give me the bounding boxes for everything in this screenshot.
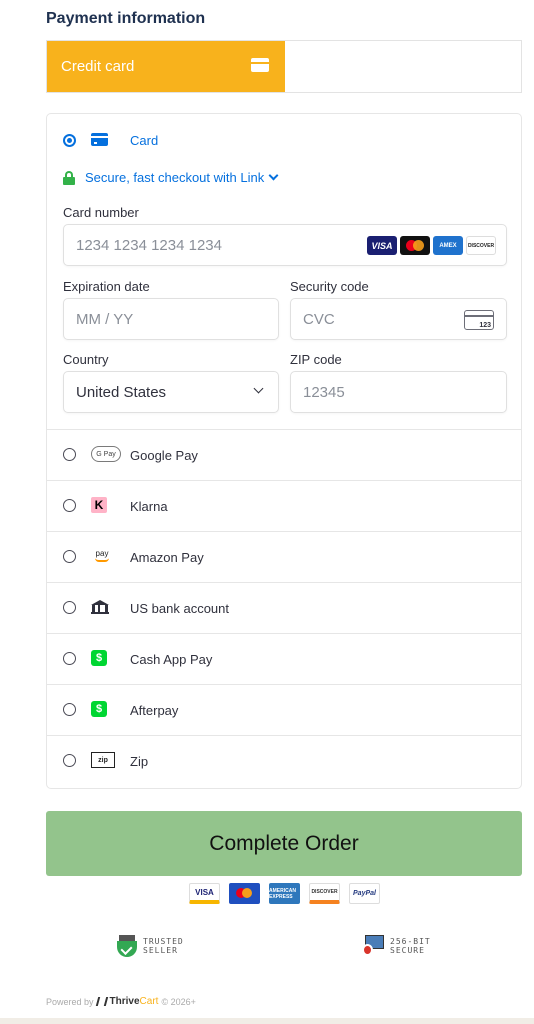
visa-logo: VISA: [367, 236, 397, 255]
amazon-pay-radio[interactable]: [63, 550, 76, 563]
payment-tabs: Credit card: [46, 40, 522, 93]
google-pay-label: Google Pay: [130, 448, 198, 463]
expiration-placeholder: MM / YY: [76, 310, 134, 328]
visa-logo: VISA: [189, 883, 220, 904]
cash-app-radio[interactable]: [63, 652, 76, 665]
card-method-label[interactable]: Card: [130, 133, 158, 148]
country-select[interactable]: United States: [63, 371, 279, 413]
secure-line1: 256-BIT: [390, 937, 431, 946]
complete-order-button[interactable]: Complete Order: [46, 811, 522, 876]
security-code-input[interactable]: CVC 123: [290, 298, 507, 340]
card-brand-logos: VISA AMEX DISCOVER: [367, 236, 496, 255]
klarna-radio[interactable]: [63, 499, 76, 512]
zip-icon: zip: [91, 752, 115, 768]
chevron-down-icon: [253, 383, 264, 394]
chevron-down-icon: [268, 170, 279, 181]
copyright-text: © 2026+: [161, 996, 196, 1007]
expiration-label: Expiration date: [63, 279, 150, 294]
trusted-line1: TRUSTED: [143, 937, 184, 946]
method-amazon-pay[interactable]: pay Amazon Pay: [47, 531, 521, 582]
method-google-pay[interactable]: G Pay Google Pay: [47, 429, 521, 480]
expiration-input[interactable]: MM / YY: [63, 298, 279, 340]
tab-credit-card[interactable]: Credit card: [47, 41, 285, 92]
shield-check-icon: [117, 935, 137, 957]
method-us-bank[interactable]: US bank account: [47, 582, 521, 633]
zip-placeholder: 12345: [303, 383, 345, 401]
afterpay-label: Afterpay: [130, 703, 179, 718]
security-code-placeholder: CVC: [303, 310, 335, 328]
zip-label: ZIP code: [290, 352, 342, 367]
bottom-strip: [0, 1018, 534, 1024]
trusted-seller-badge: TRUSTED SELLER: [117, 935, 184, 957]
bank-icon: [91, 599, 109, 615]
us-bank-label: US bank account: [130, 601, 230, 616]
amex-logo: AMEX: [433, 236, 463, 255]
cvc-card-icon: 123: [464, 310, 494, 330]
powered-by-footer: Powered by ThriveCart © 2026+: [46, 996, 196, 1007]
method-zip[interactable]: zip Zip: [47, 735, 521, 786]
trusted-line2: SELLER: [143, 946, 178, 955]
afterpay-radio[interactable]: [63, 703, 76, 716]
amazon-pay-label: Amazon Pay: [130, 550, 204, 565]
zip-input[interactable]: 12345: [290, 371, 507, 413]
card-icon: [251, 58, 269, 72]
google-pay-icon: G Pay: [91, 446, 121, 462]
amex-logo: AMERICAN EXPRESS: [269, 883, 300, 904]
klarna-label: Klarna: [130, 499, 168, 514]
payment-methods-panel: Card Secure, fast checkout with Link Car…: [46, 113, 522, 789]
link-checkout-toggle[interactable]: Secure, fast checkout with Link: [63, 170, 279, 185]
mastercard-logo: [400, 236, 430, 255]
afterpay-icon: $: [91, 701, 107, 717]
lock-icon: [63, 170, 75, 185]
zip-method-label: Zip: [130, 754, 149, 769]
cash-app-icon: $: [91, 650, 107, 666]
link-checkout-text: Secure, fast checkout with Link: [85, 170, 265, 185]
thrivecart-brand[interactable]: ThriveCart: [110, 996, 159, 1007]
country-value: United States: [76, 383, 167, 401]
card-number-placeholder: 1234 1234 1234 1234: [76, 236, 222, 254]
card-number-label: Card number: [63, 205, 139, 220]
secure-line2: SECURE: [390, 946, 425, 955]
card-number-input[interactable]: 1234 1234 1234 1234 VISA AMEX DISCOVER: [63, 224, 507, 266]
zip-radio[interactable]: [63, 754, 76, 767]
klarna-icon: K: [91, 497, 107, 513]
amazon-pay-icon: pay: [91, 548, 113, 564]
method-cash-app[interactable]: $ Cash App Pay: [47, 633, 521, 684]
paypal-logo: PayPal: [349, 883, 380, 904]
card-icon: [91, 133, 108, 146]
thrivecart-logo-icon: [95, 997, 108, 1006]
security-code-label: Security code: [290, 279, 369, 294]
discover-logo: DISCOVER: [466, 236, 496, 255]
page-title: Payment information: [46, 10, 206, 27]
accepted-payment-logos: VISA AMERICAN EXPRESS DISCOVER PayPal: [189, 883, 380, 904]
discover-logo: DISCOVER: [309, 883, 340, 904]
tab-empty[interactable]: [285, 41, 521, 92]
secure-256-badge: 256-BIT SECURE: [362, 935, 431, 957]
mastercard-logo: [229, 883, 260, 904]
card-radio[interactable]: [63, 134, 76, 147]
tab-credit-card-label: Credit card: [61, 58, 135, 75]
country-label: Country: [63, 352, 109, 367]
cash-app-label: Cash App Pay: [130, 652, 213, 667]
method-klarna[interactable]: K Klarna: [47, 480, 521, 531]
method-afterpay[interactable]: $ Afterpay: [47, 684, 521, 735]
secure-lock-icon: [362, 935, 384, 957]
us-bank-radio[interactable]: [63, 601, 76, 614]
powered-by-text: Powered by: [46, 996, 94, 1007]
google-pay-radio[interactable]: [63, 448, 76, 461]
